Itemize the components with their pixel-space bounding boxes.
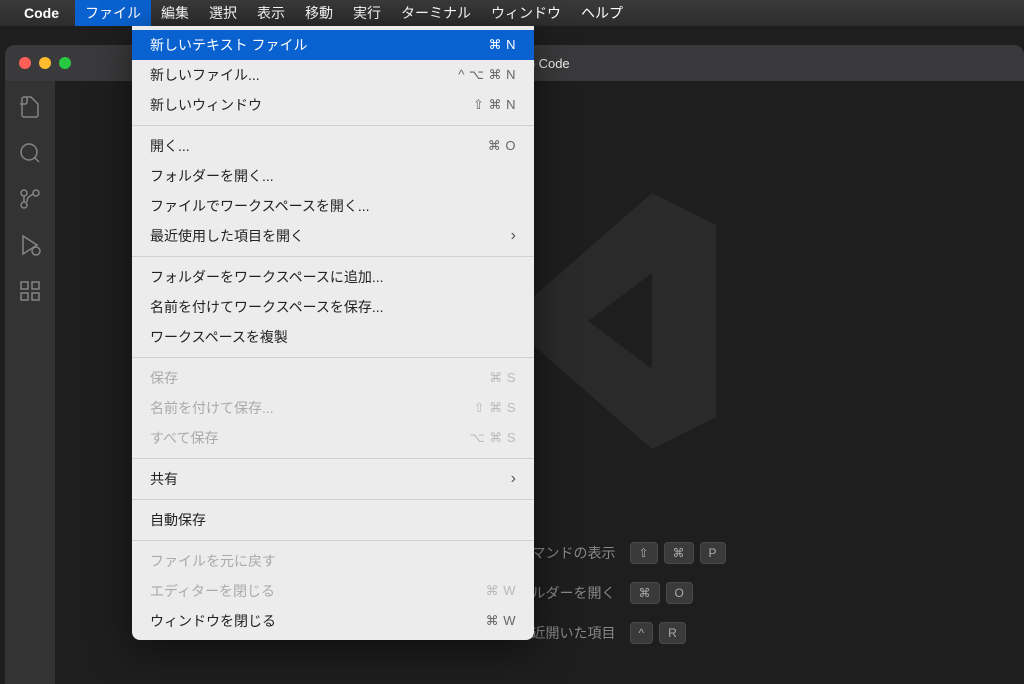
file-menu-dropdown: 新しいテキスト ファイル ⌘ N 新しいファイル... ^ ⌥ ⌘ N 新しいウィンドウ…	[132, 26, 534, 640]
menu-shortcut: ⌘ W	[486, 613, 516, 629]
menu-separator	[132, 458, 534, 459]
menu-item[interactable]: 名前を付けてワークスペースを保存...	[132, 292, 534, 322]
menu-item[interactable]: 新しいファイル... ^ ⌥ ⌘ N	[132, 60, 534, 90]
menu-item[interactable]: 自動保存	[132, 505, 534, 535]
shortcut-keys: ⇧ ⌘ P	[629, 542, 725, 564]
menu-item: 名前を付けて保存... ⇧ ⌘ S	[132, 393, 534, 423]
close-window-button[interactable]	[19, 57, 31, 69]
menu-item-label: 自動保存	[150, 510, 206, 530]
key: ^	[629, 622, 653, 644]
menubar-item-6[interactable]: ターミナル	[391, 0, 481, 26]
menubar-item-8[interactable]: ヘルプ	[571, 0, 633, 26]
key: P	[700, 542, 726, 564]
search-icon[interactable]	[16, 139, 44, 167]
menu-item[interactable]: ウィンドウを閉じる ⌘ W	[132, 606, 534, 636]
menu-shortcut: ⇧ ⌘ N	[473, 97, 516, 113]
menu-item-label: 最近使用した項目を開く	[150, 226, 304, 246]
menu-item-label: エディターを閉じる	[150, 581, 275, 601]
menu-shortcut: ⌘ O	[488, 138, 516, 154]
menu-item: すべて保存 ⌥ ⌘ S	[132, 423, 534, 453]
menu-separator	[132, 125, 534, 126]
menu-item[interactable]: 新しいウィンドウ ⇧ ⌘ N	[132, 90, 534, 120]
menu-item[interactable]: 共有 ›	[132, 464, 534, 494]
menu-separator	[132, 357, 534, 358]
menu-item[interactable]: フォルダーを開く...	[132, 161, 534, 191]
extensions-icon[interactable]	[16, 277, 44, 305]
menu-shortcut: ⌘ W	[486, 583, 516, 599]
menubar-item-5[interactable]: 実行	[343, 0, 391, 26]
key: ⌘	[629, 582, 659, 604]
key: ⌘	[664, 542, 694, 564]
menu-item[interactable]: 開く... ⌘ O	[132, 131, 534, 161]
menu-item[interactable]: 新しいテキスト ファイル ⌘ N	[132, 30, 534, 60]
key: ⇧	[629, 542, 657, 564]
menu-item[interactable]: 最近使用した項目を開く ›	[132, 221, 534, 251]
menu-item-label: 新しいテキスト ファイル	[150, 35, 307, 55]
menu-item-label: ファイルでワークスペースを開く...	[150, 196, 370, 216]
activity-bar	[5, 81, 55, 684]
traffic-lights	[19, 57, 71, 69]
menubar-item-2[interactable]: 選択	[199, 0, 247, 26]
menu-item-label: ウィンドウを閉じる	[150, 611, 276, 631]
macos-menubar: Code ファイル編集選択表示移動実行ターミナルウィンドウヘルプ	[0, 0, 1024, 26]
source-control-icon[interactable]	[16, 185, 44, 213]
menubar-item-7[interactable]: ウィンドウ	[481, 0, 571, 26]
menu-item-label: ファイルを元に戻す	[150, 551, 276, 571]
menu-item-label: フォルダーを開く...	[150, 166, 274, 186]
chevron-right-icon: ›	[511, 227, 516, 245]
menu-item: 保存 ⌘ S	[132, 363, 534, 393]
menu-item-label: すべて保存	[150, 428, 218, 448]
menu-separator	[132, 499, 534, 500]
menu-item-label: 共有	[150, 469, 178, 489]
shortcut-keys: ^R	[629, 622, 685, 644]
menu-shortcut: ⇧ ⌘ S	[474, 400, 516, 416]
menu-item-label: 新しいファイル...	[150, 65, 260, 85]
menu-item: エディターを閉じる ⌘ W	[132, 576, 534, 606]
shortcut-keys: ⌘O	[629, 582, 692, 604]
key: O	[665, 582, 692, 604]
menu-item[interactable]: ファイルでワークスペースを開く...	[132, 191, 534, 221]
menubar-item-3[interactable]: 表示	[247, 0, 295, 26]
menu-shortcut: ⌥ ⌘ S	[470, 430, 516, 446]
menu-item[interactable]: フォルダーをワークスペースに追加...	[132, 262, 534, 292]
menu-shortcut: ^ ⌥ ⌘ N	[458, 67, 516, 83]
files-icon[interactable]	[16, 93, 44, 121]
key: R	[659, 622, 686, 644]
app-name[interactable]: Code	[24, 5, 59, 21]
menu-item-label: ワークスペースを複製	[150, 327, 288, 347]
maximize-window-button[interactable]	[59, 57, 71, 69]
menu-item-label: 名前を付けてワークスペースを保存...	[150, 297, 384, 317]
menu-item-label: 開く...	[150, 136, 190, 156]
menu-shortcut: ⌘ N	[489, 37, 517, 53]
menu-separator	[132, 256, 534, 257]
menu-separator	[132, 540, 534, 541]
chevron-right-icon: ›	[511, 470, 516, 488]
menu-item-label: 名前を付けて保存...	[150, 398, 274, 418]
minimize-window-button[interactable]	[39, 57, 51, 69]
menu-item: ファイルを元に戻す	[132, 546, 534, 576]
menu-item-label: 保存	[150, 368, 178, 388]
run-debug-icon[interactable]	[16, 231, 44, 259]
menubar-item-0[interactable]: ファイル	[75, 0, 151, 26]
menubar-item-1[interactable]: 編集	[151, 0, 199, 26]
menubar-item-4[interactable]: 移動	[295, 0, 343, 26]
menu-item-label: フォルダーをワークスペースに追加...	[150, 267, 384, 287]
menu-item[interactable]: ワークスペースを複製	[132, 322, 534, 352]
menu-item-label: 新しいウィンドウ	[150, 95, 262, 115]
menu-shortcut: ⌘ S	[489, 370, 516, 386]
